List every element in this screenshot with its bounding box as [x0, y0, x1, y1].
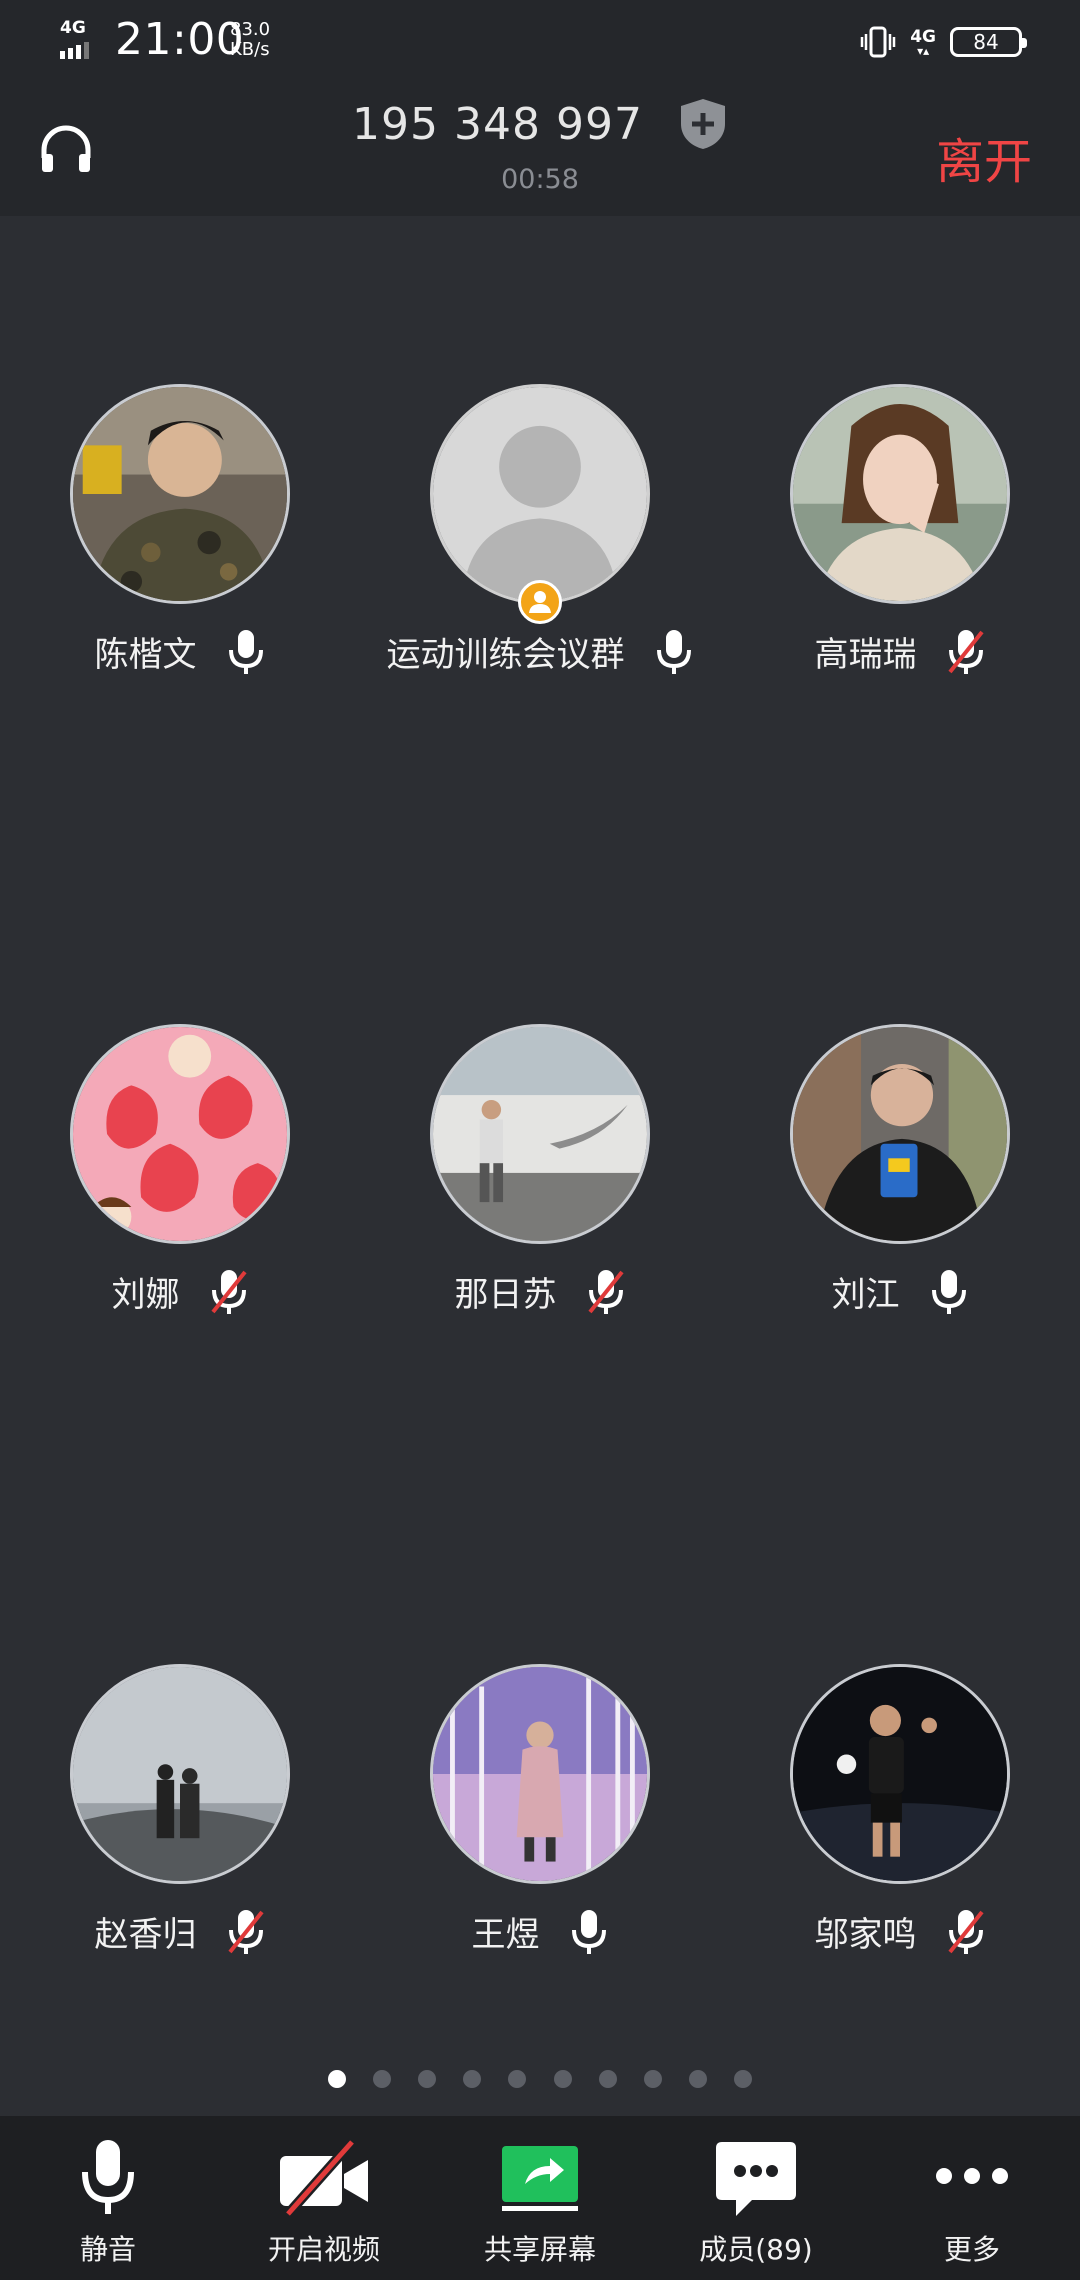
participant-label: 刘江: [720, 1267, 1080, 1316]
meeting-header: 195 348 997 00:58 离开: [0, 80, 1080, 216]
participant-tile[interactable]: 刘江: [720, 1024, 1080, 1344]
meeting-id: 195 348 997: [0, 96, 1080, 151]
more-label: 更多: [943, 2233, 1000, 2266]
status-bar: 4G 21:00 83.0 KB/s 4G ▾▴ 84: [0, 0, 1080, 80]
participant-tile[interactable]: 邬家鸣: [720, 1664, 1080, 1984]
avatar: [790, 1664, 1010, 1884]
network-speed: 83.0 KB/s: [230, 20, 270, 60]
host-badge-icon: [518, 580, 562, 624]
meeting-id-text: 195 348 997: [352, 98, 643, 150]
participant-label: 陈楷文: [0, 627, 360, 676]
page-dot[interactable]: [373, 2070, 392, 2088]
speed-unit: KB/s: [230, 39, 270, 60]
avatar: [70, 1664, 290, 1884]
mute-button[interactable]: 静音: [0, 2116, 216, 2280]
avatar: [70, 384, 290, 604]
muted-microphone-icon: [587, 1269, 624, 1314]
clock: 21:00: [115, 14, 245, 65]
participant-label: 高瑞瑞: [720, 627, 1080, 676]
participant-tile[interactable]: 高瑞瑞: [720, 384, 1080, 704]
page-dot[interactable]: [733, 2070, 752, 2088]
page-dot[interactable]: [463, 2070, 482, 2088]
network-type: 4G: [60, 18, 86, 38]
vibrate-icon: [860, 26, 896, 58]
muted-microphone-icon: [210, 1269, 247, 1314]
participant-name: 运动训练会议群: [386, 635, 625, 675]
page-indicator: [0, 2070, 1080, 2092]
muted-microphone-icon: [947, 629, 984, 674]
participant-tile[interactable]: 赵香归: [0, 1664, 360, 1984]
video-off-icon: [280, 2138, 368, 2218]
page-dot[interactable]: [418, 2070, 437, 2088]
participant-label: 刘娜: [0, 1267, 360, 1316]
page-dot[interactable]: [643, 2070, 662, 2088]
battery-level: 84: [973, 30, 999, 54]
start-video-button[interactable]: 开启视频: [216, 2116, 432, 2280]
page-dot[interactable]: [598, 2070, 617, 2088]
page-dot[interactable]: [553, 2070, 572, 2088]
participant-tile[interactable]: 运动训练会议群: [360, 384, 720, 704]
participant-label: 邬家鸣: [720, 1907, 1080, 1956]
battery-icon: 84: [950, 27, 1027, 57]
members-button[interactable]: 成员(89): [648, 2116, 864, 2280]
mute-label: 静音: [79, 2233, 136, 2266]
share-label: 共享屏幕: [483, 2233, 596, 2266]
participant-name: 那日苏: [454, 1275, 557, 1315]
participant-label: 运动训练会议群: [360, 627, 720, 676]
page-dot[interactable]: [688, 2070, 707, 2088]
participant-name: 王煜: [471, 1915, 540, 1955]
share-screen-icon: [502, 2146, 578, 2211]
network-type-secondary: 4G ▾▴: [910, 27, 936, 58]
more-button[interactable]: 更多: [864, 2116, 1080, 2280]
participant-tile[interactable]: 陈楷文: [0, 384, 360, 704]
participant-tile[interactable]: 那日苏: [360, 1024, 720, 1344]
microphone-icon: [82, 2140, 134, 2214]
participant-tile[interactable]: 刘娜: [0, 1024, 360, 1344]
participant-grid: 陈楷文 运动训练会议群 高瑞瑞 刘娜 那日苏 刘江 赵香归 王煜 邬家鸣: [0, 216, 1080, 2076]
participant-name: 刘江: [831, 1275, 900, 1315]
avatar: [790, 384, 1010, 604]
avatar: [790, 1024, 1010, 1244]
microphone-icon: [931, 1269, 966, 1314]
microphone-icon: [656, 629, 691, 674]
participant-label: 王煜: [360, 1907, 720, 1956]
participant-name: 刘娜: [111, 1275, 180, 1315]
shield-icon[interactable]: [678, 97, 728, 151]
more-icon: [936, 2168, 1008, 2184]
participant-label: 赵香归: [0, 1907, 360, 1956]
bottom-toolbar: 静音 开启视频 共享屏幕 成员(89) 更多: [0, 2116, 1080, 2280]
avatar: [430, 1664, 650, 1884]
avatar: [70, 1024, 290, 1244]
participant-name: 陈楷文: [94, 635, 197, 675]
share-screen-button[interactable]: 共享屏幕: [432, 2116, 648, 2280]
avatar: [430, 384, 650, 604]
page-dot[interactable]: [508, 2070, 527, 2088]
participant-label: 那日苏: [360, 1267, 720, 1316]
page-dot[interactable]: [328, 2070, 347, 2088]
members-label: 成员(89): [699, 2233, 813, 2266]
microphone-icon: [228, 629, 263, 674]
muted-microphone-icon: [947, 1909, 984, 1954]
muted-microphone-icon: [227, 1909, 264, 1954]
chat-bubble-icon: [716, 2142, 796, 2216]
signal-icon: 4G: [58, 18, 104, 60]
microphone-icon: [571, 1909, 606, 1954]
avatar: [430, 1024, 650, 1244]
participant-name: 高瑞瑞: [814, 635, 917, 675]
participant-tile[interactable]: 王煜: [360, 1664, 720, 1984]
participant-name: 赵香归: [94, 1915, 197, 1955]
speed-value: 83.0: [230, 19, 271, 40]
participant-name: 邬家鸣: [814, 1915, 917, 1955]
video-label: 开启视频: [267, 2233, 380, 2266]
leave-button[interactable]: 离开: [936, 122, 1032, 192]
meeting-timer: 00:58: [501, 164, 579, 195]
